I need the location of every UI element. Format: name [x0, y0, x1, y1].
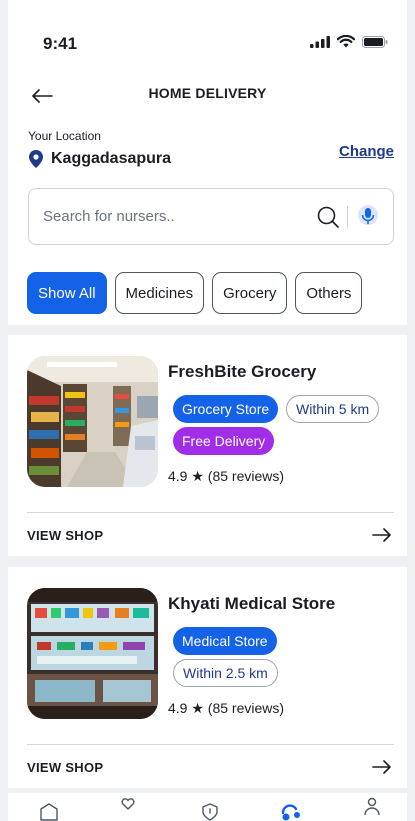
bottom-nav — [8, 793, 407, 821]
search-box — [28, 188, 394, 245]
top-panel: Your Location Kaggadasapura Change Searc… — [8, 112, 407, 325]
phone-screen: 9:41 HOME DELIVERY Your Location Kaggada… — [0, 0, 415, 821]
app-header: HOME DELIVERY — [8, 80, 407, 112]
distance-tag: Within 5 km — [286, 395, 380, 423]
shop-type-tag: Grocery Store — [173, 395, 279, 423]
shop-card[interactable]: Khyati Medical Store Medical Store Withi… — [8, 567, 407, 788]
grocery-store-photo — [27, 356, 158, 487]
status-icons — [310, 35, 388, 48]
wifi-icon — [337, 35, 355, 48]
location-name: Kaggadasapura — [51, 150, 172, 167]
delivery-icon[interactable] — [279, 803, 301, 821]
signal-icon — [310, 35, 330, 48]
shop-name[interactable]: Khyati Medical Store — [168, 594, 335, 614]
arrow-right-icon[interactable] — [372, 760, 392, 774]
filter-chip-medicines[interactable]: Medicines — [114, 272, 205, 314]
shop-card[interactable]: FreshBite Grocery Grocery Store Within 5… — [8, 335, 407, 556]
location-pin-icon — [29, 150, 43, 168]
arrow-right-icon[interactable] — [372, 528, 392, 542]
filter-chips: Show All Medicines Grocery Others — [27, 272, 363, 314]
shield-icon[interactable] — [201, 803, 219, 821]
shop-name[interactable]: FreshBite Grocery — [168, 362, 316, 382]
page-title: HOME DELIVERY — [148, 85, 267, 101]
view-shop-link[interactable]: VIEW SHOP — [27, 528, 103, 543]
card-divider — [27, 512, 394, 513]
status-time: 9:41 — [43, 34, 78, 53]
shop-image[interactable] — [27, 588, 158, 719]
view-shop-link[interactable]: VIEW SHOP — [27, 760, 103, 775]
card-divider — [27, 744, 394, 745]
shop-rating: 4.9 ★ (85 reviews) — [168, 468, 285, 484]
mic-icon[interactable] — [357, 205, 379, 229]
location-label: Your Location — [28, 129, 101, 143]
profile-icon[interactable] — [364, 797, 380, 817]
search-input[interactable] — [43, 189, 303, 244]
free-delivery-tag: Free Delivery — [173, 427, 275, 455]
status-bar: 9:41 — [8, 0, 407, 80]
heart-icon[interactable] — [121, 798, 135, 810]
filter-chip-others[interactable]: Others — [295, 272, 363, 314]
shop-image[interactable] — [27, 356, 158, 487]
medical-store-photo — [27, 588, 158, 719]
battery-icon — [362, 35, 388, 48]
filter-chip-grocery[interactable]: Grocery — [212, 272, 288, 314]
search-icon[interactable] — [317, 206, 339, 228]
change-location-link[interactable]: Change — [339, 143, 394, 160]
distance-tag: Within 2.5 km — [173, 659, 278, 687]
shop-type-tag: Medical Store — [173, 627, 277, 655]
search-divider — [347, 206, 348, 228]
shop-rating: 4.9 ★ (85 reviews) — [168, 700, 285, 716]
location-row: Kaggadasapura — [29, 150, 171, 168]
filter-chip-show-all[interactable]: Show All — [27, 272, 107, 314]
home-icon[interactable] — [40, 803, 58, 821]
